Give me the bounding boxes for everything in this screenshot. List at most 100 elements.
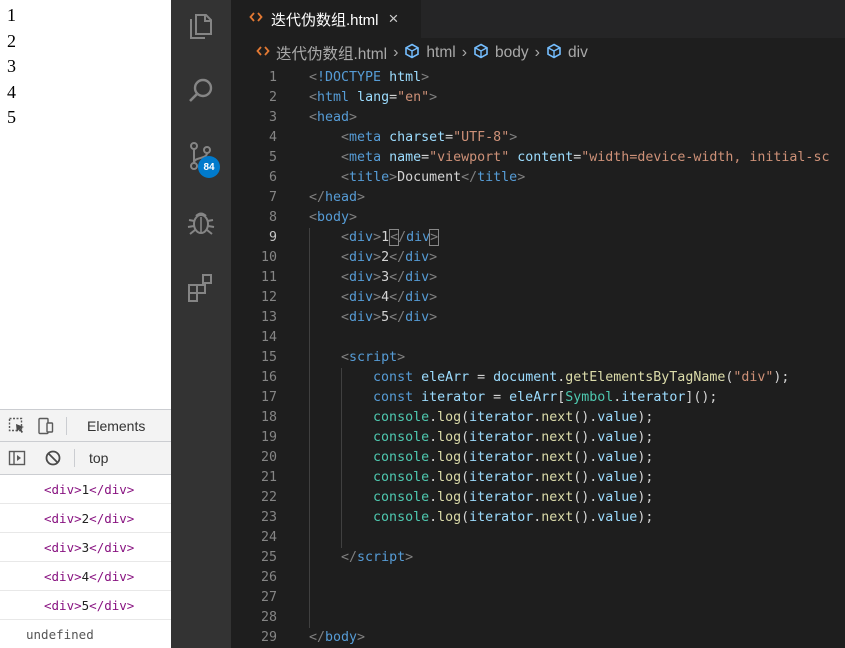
code-line[interactable]: 19 console.log(iterator.next().value);	[231, 428, 845, 448]
breadcrumb-file[interactable]: 迭代伪数组.html	[256, 42, 387, 64]
code-line[interactable]: 24	[231, 528, 845, 548]
search-icon[interactable]	[185, 75, 217, 107]
code-line[interactable]: 18 console.log(iterator.next().value);	[231, 408, 845, 428]
code-token: "en"	[397, 90, 430, 105]
device-toolbar-icon[interactable]	[34, 415, 56, 437]
code-token: iterator	[469, 410, 534, 425]
code-line[interactable]: 7 </head>	[231, 188, 845, 208]
code-token: .	[429, 470, 438, 485]
code-text: <div>2</div>	[309, 248, 437, 268]
code-line[interactable]: 26	[231, 568, 845, 588]
code-line[interactable]: 2 <html lang="en">	[231, 88, 845, 108]
extensions-icon[interactable]	[185, 271, 217, 303]
code-token: div	[349, 310, 374, 325]
code-text: </head>	[309, 188, 365, 208]
explorer-icon[interactable]	[185, 10, 217, 42]
code-token: <	[341, 230, 350, 245]
code-line[interactable]: 27	[231, 588, 845, 608]
debug-icon[interactable]	[185, 206, 217, 238]
page-div-2: 2	[7, 30, 16, 51]
code-token: <	[341, 130, 350, 145]
line-number: 19	[260, 430, 277, 445]
code-editor[interactable]: 1 <!DOCTYPE html> 2 <html lang="en"> 3 <head>…	[231, 68, 845, 648]
scm-badge: 84	[198, 156, 220, 178]
code-token: </	[389, 250, 406, 265]
code-line[interactable]: 6 <title>Document</title>	[231, 168, 845, 188]
page-div-5: 5	[7, 107, 16, 127]
code-line[interactable]: 23 console.log(iterator.next().value);	[231, 508, 845, 528]
console-open-tag: <div>	[44, 539, 82, 555]
breadcrumb-html[interactable]: html	[404, 43, 456, 64]
code-token: );	[637, 430, 654, 445]
code-line[interactable]: 16 const eleArr = document.getElementsBy…	[231, 368, 845, 388]
code-line[interactable]: 1 <!DOCTYPE html>	[231, 68, 845, 88]
code-token: div	[405, 290, 430, 305]
breadcrumb-html-label: html	[426, 44, 456, 61]
code-token: console	[373, 470, 430, 485]
code-token: </	[389, 290, 406, 305]
close-icon[interactable]: ×	[389, 9, 399, 29]
line-number: 11	[260, 270, 277, 285]
breadcrumb-div[interactable]: div	[546, 43, 588, 64]
line-number: 14	[260, 330, 277, 345]
line-number: 10	[260, 250, 277, 265]
show-sidebar-icon[interactable]	[6, 447, 28, 469]
tabbar-divider	[66, 416, 67, 435]
line-number: 21	[260, 470, 277, 485]
code-line[interactable]: 14	[231, 328, 845, 348]
code-token: >	[373, 270, 382, 285]
code-token: iterator	[469, 430, 534, 445]
page-div-3: 3	[7, 56, 16, 76]
console-line[interactable]: <div> 4 </div>	[0, 562, 171, 591]
code-line[interactable]: 17 const iterator = eleArr[Symbol.iterat…	[231, 388, 845, 408]
code-token: </	[309, 190, 326, 205]
context-selector[interactable]: top	[89, 450, 108, 466]
page-div-4: 4	[7, 81, 16, 102]
code-token: >	[429, 270, 438, 285]
code-line[interactable]: 12 <div>4</div>	[231, 288, 845, 308]
code-token: ]();	[685, 390, 718, 405]
code-line[interactable]: 9 <div>1</div>	[231, 228, 845, 248]
code-line[interactable]: 25 </script>	[231, 548, 845, 568]
code-token: script	[349, 350, 398, 365]
code-token: (	[461, 510, 470, 525]
code-token: (	[461, 450, 470, 465]
code-token: console	[373, 490, 430, 505]
code-token: head	[325, 190, 358, 205]
code-line[interactable]: 11 <div>3</div>	[231, 268, 845, 288]
line-number: 22	[260, 490, 277, 505]
code-line[interactable]: 3 <head>	[231, 108, 845, 128]
code-line[interactable]: 5 <meta name="viewport" content="width=d…	[231, 148, 845, 168]
code-line[interactable]: 28	[231, 608, 845, 628]
inspect-element-icon[interactable]	[6, 415, 28, 437]
tab-elements[interactable]: Elements	[87, 418, 145, 434]
code-line[interactable]: 21 console.log(iterator.next().value);	[231, 468, 845, 488]
code-token: div	[349, 230, 374, 245]
code-line[interactable]: 29 </body>	[231, 628, 845, 648]
breadcrumb-body[interactable]: body	[473, 43, 529, 64]
code-line[interactable]: 15 <script>	[231, 348, 845, 368]
tab-html-file[interactable]: 迭代伪数组.html ×	[231, 0, 421, 38]
code-line[interactable]: 22 console.log(iterator.next().value);	[231, 488, 845, 508]
code-text: <div>5</div>	[309, 308, 437, 328]
code-line[interactable]: 10 <div>2</div>	[231, 248, 845, 268]
clear-console-icon[interactable]	[42, 447, 64, 469]
code-line[interactable]: 13 <div>5</div>	[231, 308, 845, 328]
code-token: );	[637, 470, 654, 485]
console-line[interactable]: <div> 1 </div>	[0, 475, 171, 504]
line-number: 2	[268, 90, 277, 105]
console-line[interactable]: <div> 2 </div>	[0, 504, 171, 533]
code-line[interactable]: 8 <body>	[231, 208, 845, 228]
code-line[interactable]: 20 console.log(iterator.next().value);	[231, 448, 845, 468]
code-token: value	[597, 510, 638, 525]
console-line[interactable]: <div> 5 </div>	[0, 591, 171, 620]
element-symbol-icon	[546, 43, 562, 64]
code-line[interactable]: 4 <meta charset="UTF-8">	[231, 128, 845, 148]
code-text: <div>3</div>	[309, 268, 437, 288]
console-line[interactable]: <div> 3 </div>	[0, 533, 171, 562]
